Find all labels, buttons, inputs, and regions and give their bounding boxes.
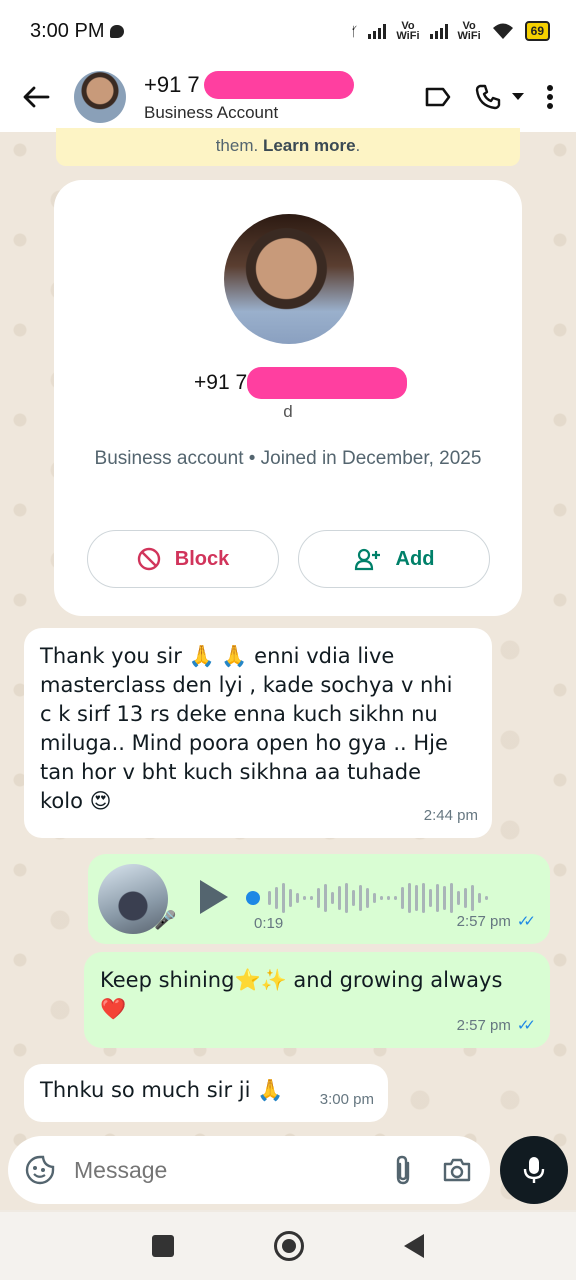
block-label: Block (174, 547, 230, 570)
contact-name: +91 7 (144, 72, 200, 97)
microphone-icon: 🎤 (154, 910, 177, 930)
message-time: 2:44 pm (423, 807, 478, 824)
outgoing-message[interactable]: Keep shining⭐✨ and growing always ❤️ 2:5… (84, 952, 550, 1048)
message-time: 2:57 pm ✓✓ (457, 1011, 536, 1040)
notice-end: . (355, 136, 361, 155)
message-input[interactable] (74, 1156, 354, 1184)
status-time: 3:00 PM (30, 19, 105, 42)
camera-icon[interactable] (442, 1157, 472, 1183)
vowifi-label-1: Vo WiFi (396, 20, 420, 42)
back-nav-button[interactable] (404, 1234, 424, 1258)
status-bar: 3:00 PM ᚶ Vo WiFi Vo WiFi 69 (0, 0, 576, 62)
header-actions (424, 83, 554, 111)
contact-subtitle: Business Account (144, 103, 279, 122)
message-time: 3:00 pm (319, 1091, 374, 1108)
system-nav-bar (0, 1212, 576, 1280)
business-notice: them. Learn more. (56, 128, 520, 166)
learn-more-link[interactable]: Learn more (263, 136, 356, 155)
chat-header: +91 7 Business Account (0, 62, 576, 132)
back-button[interactable] (18, 79, 54, 115)
incoming-message[interactable]: Thank you sir 🙏 🙏 enni vdia live masterc… (24, 628, 492, 838)
vowifi-label-2: Vo WiFi (457, 20, 481, 42)
message-time: 2:57 pm ✓✓ (457, 907, 536, 936)
phone-icon (475, 84, 501, 110)
message-notification-icon (110, 24, 125, 38)
outgoing-voice-message[interactable]: 🎤 0:19 2:57 pm ✓✓ (88, 854, 550, 944)
microphone-icon (523, 1157, 545, 1183)
recents-button[interactable] (152, 1235, 174, 1257)
voice-duration: 0:19 (254, 915, 284, 932)
contact-info[interactable]: +91 7 Business Account (144, 71, 354, 123)
wifi-icon (492, 23, 513, 39)
read-ticks-icon: ✓✓ (516, 913, 536, 930)
label-tag-icon[interactable] (424, 86, 452, 108)
status-icons: ᚶ Vo WiFi Vo WiFi 69 (350, 20, 550, 42)
add-user-icon (354, 548, 380, 571)
signal-icon (368, 23, 387, 39)
attach-icon[interactable] (392, 1154, 414, 1186)
read-ticks-icon: ✓✓ (516, 1017, 536, 1034)
notice-text: them. (215, 136, 263, 155)
contact-profile-card: +91 7 d Business account • Joined in Dec… (54, 180, 522, 616)
battery-indicator: 69 (524, 21, 550, 41)
profile-photo[interactable] (224, 214, 354, 344)
add-contact-button[interactable]: Add (298, 530, 490, 588)
redaction-mark (247, 367, 408, 399)
bluetooth-icon: ᚶ (350, 23, 359, 39)
incoming-message[interactable]: Thnku so much sir ji 🙏 3:00 pm (24, 1064, 388, 1122)
add-label: Add (395, 547, 435, 570)
block-button[interactable]: Block (87, 530, 279, 588)
message-text: Thank you sir 🙏 🙏 enni vdia live masterc… (40, 644, 453, 813)
redaction-mark (203, 71, 354, 99)
contact-avatar[interactable] (74, 71, 126, 123)
home-button[interactable] (274, 1231, 304, 1261)
playhead-dot[interactable] (246, 891, 260, 905)
play-icon[interactable] (200, 880, 228, 914)
voice-record-button[interactable] (500, 1136, 568, 1204)
call-button[interactable] (474, 83, 524, 111)
message-composer (8, 1136, 490, 1204)
signal-icon-2 (429, 23, 448, 39)
profile-phone: +91 7 (194, 371, 248, 394)
arrow-left-icon (23, 86, 50, 108)
sticker-icon[interactable] (24, 1154, 56, 1186)
profile-info: Business account • Joined in December, 2… (94, 448, 482, 469)
chevron-down-icon (512, 93, 524, 100)
profile-name-suffix: d (283, 402, 293, 421)
block-icon (137, 547, 160, 571)
more-options-icon[interactable] (546, 84, 554, 110)
